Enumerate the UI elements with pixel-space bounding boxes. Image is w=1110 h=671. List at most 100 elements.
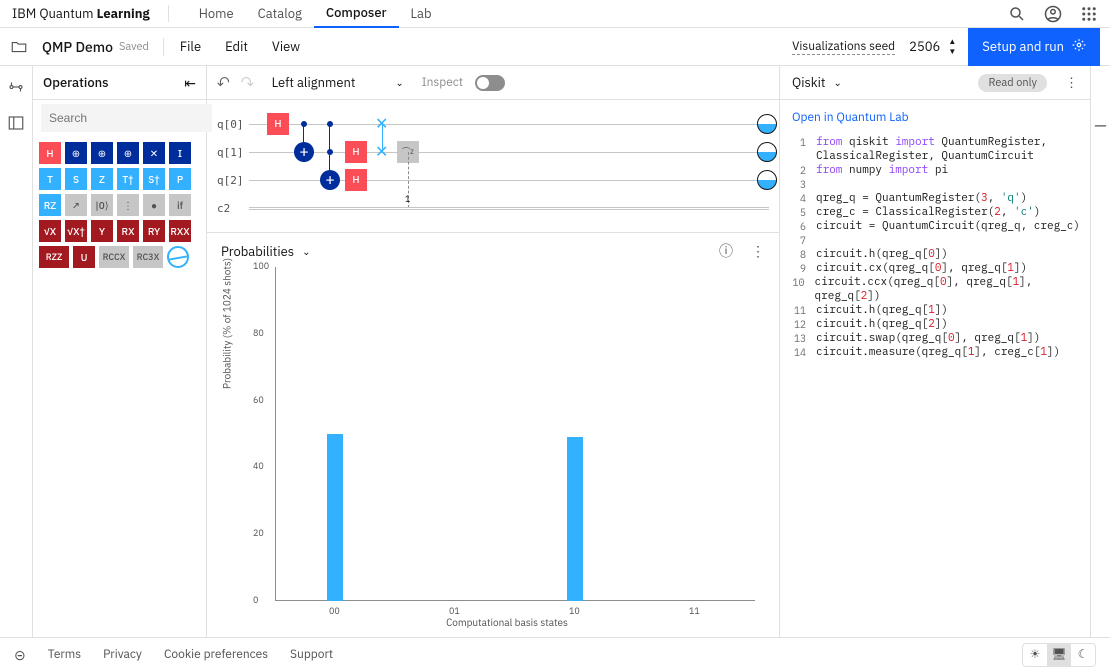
- user-icon[interactable]: [1044, 5, 1062, 23]
- gate-rxx[interactable]: RXX: [169, 220, 191, 242]
- project-header: QMP Demo Saved FileEditView Visualizatio…: [0, 28, 1110, 66]
- gate-✕[interactable]: ✕: [143, 142, 165, 164]
- gate-√x[interactable]: √X: [39, 220, 61, 242]
- seed-stepper[interactable]: ▲▼: [948, 37, 956, 57]
- project-title[interactable]: QMP Demo: [42, 38, 113, 56]
- qubit-label: q[1]: [217, 146, 249, 159]
- qiskit-icon[interactable]: ⊝: [14, 646, 26, 664]
- bar-10: [567, 437, 583, 601]
- measure-index: 1: [405, 194, 410, 205]
- gate-h[interactable]: H: [39, 142, 61, 164]
- gate-|0⟩[interactable]: |0⟩: [91, 194, 113, 216]
- classical-label: c2: [217, 202, 249, 215]
- gate-z[interactable]: Z: [91, 168, 113, 190]
- apps-icon[interactable]: [1080, 5, 1098, 23]
- redo-icon[interactable]: ↷: [241, 73, 253, 92]
- search-input[interactable]: [41, 104, 212, 132]
- left-rail: [0, 66, 33, 637]
- brand: IBM Quantum Learning: [12, 5, 169, 22]
- operations-title: Operations: [43, 74, 109, 91]
- gate-rccx[interactable]: RCCX: [99, 246, 129, 268]
- collapse-right-icon[interactable]: —: [1090, 66, 1110, 637]
- menu-view[interactable]: View: [260, 38, 312, 55]
- nav-home[interactable]: Home: [187, 0, 246, 28]
- folder-icon[interactable]: [10, 38, 28, 56]
- control-dot[interactable]: [327, 121, 333, 127]
- search-icon[interactable]: [1008, 5, 1026, 23]
- visualizations-seed-label[interactable]: Visualizations seed: [792, 39, 895, 55]
- target-plus[interactable]: +: [320, 170, 340, 190]
- gate-y[interactable]: Y: [91, 220, 113, 242]
- gate-if[interactable]: if: [169, 194, 191, 216]
- code-editor: 1from qiskit import QuantumRegister,Clas…: [780, 135, 1090, 359]
- probability-chart: Probability (% of 1024 shots) 0204060801…: [249, 267, 765, 629]
- gate-rzz[interactable]: RZZ: [39, 246, 69, 268]
- overflow-icon[interactable]: ⋮: [1065, 74, 1078, 91]
- gate-t†[interactable]: T†: [117, 168, 139, 190]
- gate-p[interactable]: P: [169, 168, 191, 190]
- gate-⊕[interactable]: ⊕: [91, 142, 113, 164]
- state-disk[interactable]: [757, 170, 777, 190]
- open-lab-link[interactable]: Open in Quantum Lab: [780, 100, 1090, 135]
- saved-status: Saved: [119, 40, 149, 54]
- theme-light-icon[interactable]: ☀: [1023, 644, 1047, 666]
- footer-terms[interactable]: Terms: [48, 647, 81, 662]
- readonly-badge: Read only: [978, 74, 1047, 92]
- control-dot[interactable]: [301, 121, 307, 127]
- footer: ⊝ TermsPrivacyCookie preferencesSupport …: [0, 637, 1110, 671]
- qubit-label: q[2]: [217, 174, 249, 187]
- menu-file[interactable]: File: [168, 38, 213, 55]
- theme-switcher: ☀ 🖥 ☾: [1022, 643, 1096, 667]
- gate-rc3x[interactable]: RC3X: [133, 246, 163, 268]
- chevron-down-icon[interactable]: ⌄: [833, 76, 841, 89]
- inspect-toggle[interactable]: [475, 75, 505, 91]
- top-nav: IBM Quantum Learning HomeCatalogComposer…: [0, 0, 1110, 28]
- nav-lab[interactable]: Lab: [399, 0, 444, 28]
- gate-√x†[interactable]: √X†: [65, 220, 87, 242]
- circuit-canvas[interactable]: q[0] H ✕ q[1] + H ✕ ⌒z: [207, 100, 779, 232]
- overflow-icon[interactable]: ⋮: [751, 242, 765, 260]
- panel-icon[interactable]: [7, 114, 25, 132]
- chevron-down-icon[interactable]: ⌄: [302, 245, 310, 258]
- setup-and-run-button[interactable]: Setup and run: [968, 28, 1100, 66]
- gear-icon: [1072, 38, 1086, 56]
- gate-s[interactable]: S: [65, 168, 87, 190]
- footer-support[interactable]: Support: [290, 647, 333, 662]
- gate-⋮[interactable]: ⋮: [117, 194, 139, 216]
- gate-●[interactable]: ●: [143, 194, 165, 216]
- center-panel: ↶ ↷ Left alignment⌄ Inspect q[0] H ✕ q[1…: [207, 66, 780, 637]
- collapse-left-icon[interactable]: ⇤: [184, 74, 196, 92]
- gate-u[interactable]: U: [73, 246, 95, 268]
- gate-phase-disk[interactable]: [167, 246, 189, 268]
- state-disk[interactable]: [757, 114, 777, 134]
- theme-dark-icon[interactable]: ☾: [1071, 644, 1095, 666]
- gate-i[interactable]: I: [169, 142, 191, 164]
- inspect-label: Inspect: [422, 75, 463, 90]
- gate-t[interactable]: T: [39, 168, 61, 190]
- gate-h[interactable]: H: [345, 141, 367, 163]
- theme-system-icon[interactable]: 🖥: [1047, 644, 1071, 666]
- footer-privacy[interactable]: Privacy: [103, 647, 142, 662]
- gate-rx[interactable]: RX: [117, 220, 139, 242]
- gate-⊕[interactable]: ⊕: [117, 142, 139, 164]
- footer-cookie-preferences[interactable]: Cookie preferences: [164, 647, 268, 662]
- gate-⊕[interactable]: ⊕: [65, 142, 87, 164]
- undo-icon[interactable]: ↶: [217, 73, 229, 92]
- circuit-icon[interactable]: [7, 78, 25, 96]
- menu-edit[interactable]: Edit: [213, 38, 260, 55]
- nav-catalog[interactable]: Catalog: [246, 0, 314, 28]
- target-plus[interactable]: +: [294, 142, 314, 162]
- gate-ry[interactable]: RY: [143, 220, 165, 242]
- state-disk[interactable]: [757, 142, 777, 162]
- nav-composer[interactable]: Composer: [314, 0, 399, 28]
- info-icon[interactable]: ⓘ: [719, 241, 733, 261]
- gate-h[interactable]: H: [345, 169, 367, 191]
- gate-↗[interactable]: ↗: [65, 194, 87, 216]
- gate-s†[interactable]: S†: [143, 168, 165, 190]
- alignment-dropdown[interactable]: Left alignment⌄: [266, 74, 410, 91]
- operations-panel: Operations ⇤ H⊕⊕⊕✕ITSZT†S†PRZ↗|0⟩⋮●if√X√…: [33, 66, 207, 637]
- control-dot[interactable]: [327, 149, 333, 155]
- qiskit-dropdown[interactable]: Qiskit: [792, 74, 825, 91]
- gate-h[interactable]: H: [267, 113, 289, 135]
- gate-rz[interactable]: RZ: [39, 194, 61, 216]
